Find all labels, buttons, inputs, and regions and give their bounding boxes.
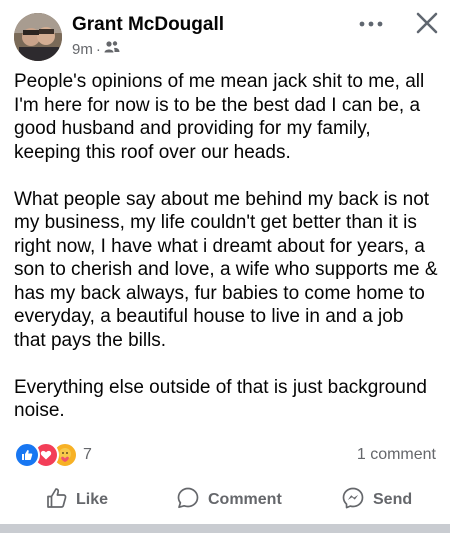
comment-button[interactable]: Comment — [176, 482, 282, 518]
avatar[interactable] — [14, 13, 62, 61]
like-button[interactable]: Like — [46, 482, 108, 518]
reaction-summary[interactable]: 7 — [14, 442, 92, 468]
like-label: Like — [76, 491, 109, 508]
send-button[interactable]: Send — [341, 482, 412, 518]
send-label: Send — [373, 491, 413, 508]
post-divider — [0, 524, 450, 533]
thumbs-up-icon — [46, 487, 68, 514]
post-time[interactable]: 9m — [72, 41, 93, 58]
reaction-count: 7 — [83, 446, 92, 463]
post-paragraph: People's opinions of me mean jack shit t… — [14, 71, 425, 163]
messenger-icon — [341, 486, 365, 515]
post-paragraph: What people say about me behind my back … — [14, 188, 438, 351]
post-header: Grant McDougall 9m · — [0, 0, 450, 68]
friends-icon[interactable] — [104, 40, 120, 58]
close-icon[interactable] — [412, 8, 442, 38]
more-options-icon[interactable] — [356, 14, 386, 34]
action-bar: Like Comment Send — [0, 482, 450, 518]
post-body: People's opinions of me mean jack shit t… — [14, 70, 440, 446]
comment-icon — [176, 486, 200, 515]
post-paragraph: Everything else outside of that is just … — [14, 376, 427, 422]
comment-label: Comment — [208, 491, 282, 508]
post-meta: 9m · — [72, 40, 120, 58]
meta-separator: · — [95, 40, 101, 58]
like-icon — [14, 442, 40, 468]
author-name[interactable]: Grant McDougall — [72, 14, 224, 36]
comment-count[interactable]: 1 comment — [357, 446, 436, 464]
